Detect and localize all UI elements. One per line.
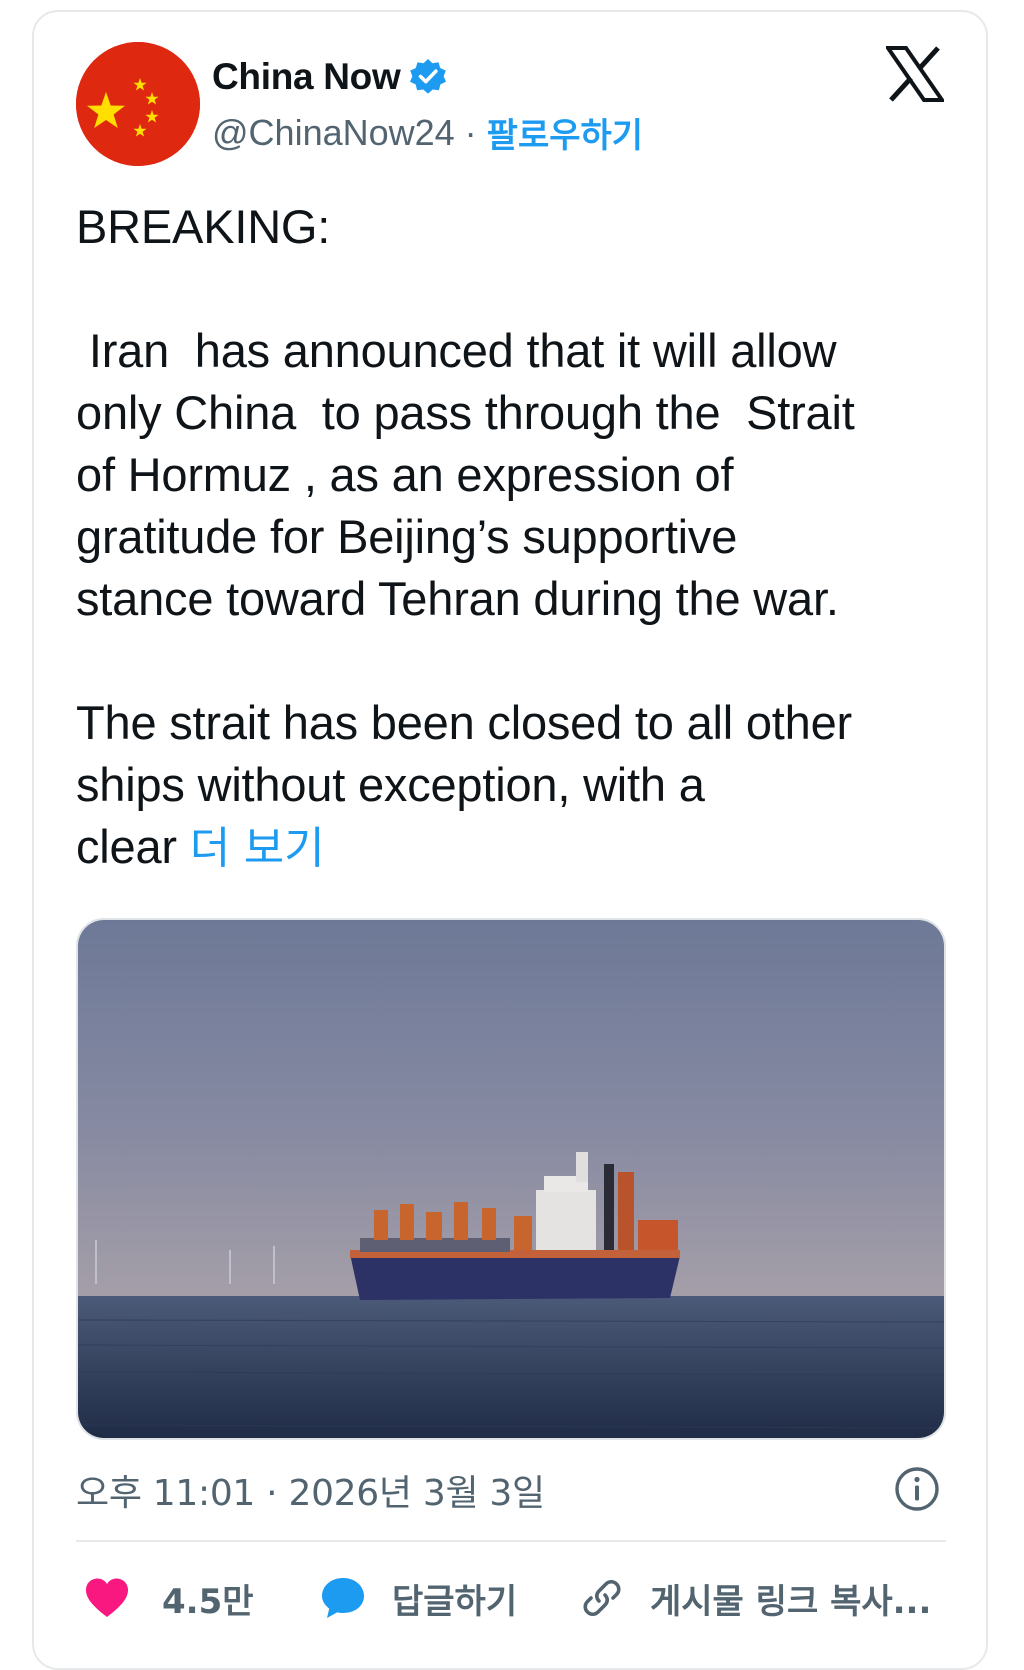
handle-row: @ChinaNow24 · 팔로우하기 <box>212 108 643 157</box>
tweet-body: BREAKING: Iran has announced that it wil… <box>76 200 855 873</box>
copy-link-button[interactable]: 게시물 링크 복사... <box>580 1566 931 1630</box>
account-name-row[interactable]: China Now <box>212 56 448 98</box>
link-icon <box>580 1576 624 1620</box>
reply-label: 답글하기 <box>392 1581 518 1622</box>
verified-badge-icon <box>408 57 448 97</box>
heart-icon <box>84 1577 130 1619</box>
ship-photo <box>78 920 944 1438</box>
info-icon[interactable] <box>894 1466 940 1512</box>
x-logo-icon[interactable] <box>886 46 944 102</box>
action-bar: 4.5만 답글하기 게시물 링크 복사... <box>76 1566 956 1636</box>
like-count: 4.5만 <box>162 1581 254 1622</box>
reply-button[interactable]: 답글하기 <box>320 1566 517 1630</box>
separator-dot: · <box>464 111 477 153</box>
tweet-timestamp[interactable]: 오후 11:01 · 2026년 3월 3일 <box>76 1464 545 1516</box>
divider <box>76 1540 946 1542</box>
show-more-link[interactable]: 더 보기 <box>190 823 325 874</box>
tweet-text: BREAKING: Iran has announced that it wil… <box>76 196 956 880</box>
follow-button[interactable]: 팔로우하기 <box>487 108 643 157</box>
avatar[interactable] <box>76 42 200 166</box>
handle[interactable]: @ChinaNow24 <box>212 112 455 154</box>
china-flag-avatar-image <box>76 42 200 166</box>
photo-sea <box>78 1296 944 1438</box>
tweet-media-image[interactable] <box>76 918 946 1440</box>
reply-bubble-icon <box>320 1576 366 1620</box>
copy-link-label: 게시물 링크 복사... <box>650 1581 932 1622</box>
like-button[interactable]: 4.5만 <box>84 1566 254 1630</box>
display-name[interactable]: China Now <box>212 56 401 98</box>
photo-sky <box>78 920 944 1300</box>
